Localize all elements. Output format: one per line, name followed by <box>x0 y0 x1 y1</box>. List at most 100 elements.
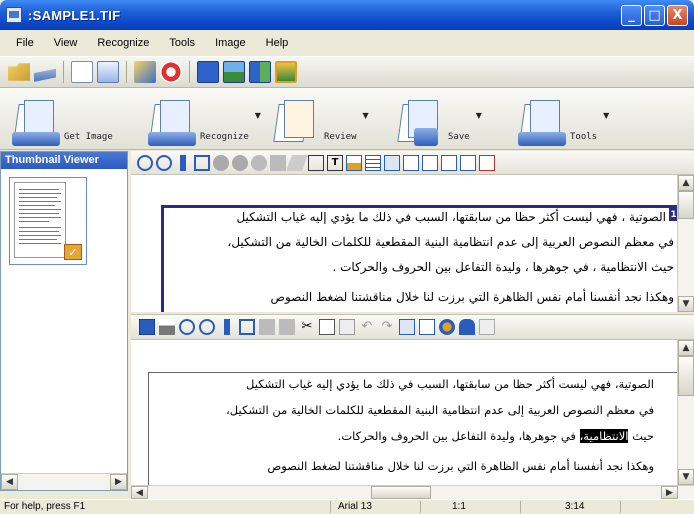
review-label: Review <box>324 132 357 142</box>
tools-dropdown-icon[interactable]: ▼ <box>603 111 609 120</box>
view-image-icon[interactable] <box>223 61 245 83</box>
menu-tools[interactable]: Tools <box>159 37 205 49</box>
scanner-icon[interactable] <box>34 68 56 82</box>
add-zone-icon[interactable] <box>441 154 457 171</box>
highlighted-word[interactable]: الانتظامية، <box>579 429 629 443</box>
menu-view[interactable]: View <box>44 37 88 49</box>
recognize-page-icon[interactable] <box>97 61 119 83</box>
font-larger-icon[interactable] <box>259 319 275 335</box>
zoom-in-icon[interactable] <box>179 319 195 335</box>
proofread-icon[interactable] <box>419 319 435 335</box>
scroll-right-icon[interactable]: ▶ <box>661 486 678 499</box>
delete-zone-icon[interactable] <box>460 154 476 171</box>
scroll-thumb[interactable] <box>678 191 694 219</box>
clear-zones-icon[interactable] <box>479 154 495 171</box>
standard-toolbar <box>0 56 694 88</box>
print-icon[interactable] <box>159 319 175 335</box>
menu-image[interactable]: Image <box>205 37 256 49</box>
scroll-up-icon[interactable]: ▲ <box>678 340 694 356</box>
page-thumbnail[interactable]: ✓ <box>9 177 87 265</box>
review-button[interactable]: Review ▼ <box>272 92 369 146</box>
thumbnail-horizontal-scrollbar[interactable]: ◀ ▶ <box>1 473 127 490</box>
fit-page-icon[interactable] <box>194 154 210 171</box>
text-horizontal-scrollbar[interactable]: ◀ ▶ <box>131 485 694 499</box>
select-zone-icon[interactable] <box>308 154 324 171</box>
text-line: الصوتية، فهي ليست أكثر حظا من سابقتها، ا… <box>246 377 654 391</box>
save-icon[interactable] <box>139 319 155 335</box>
fit-page-icon[interactable] <box>239 319 255 335</box>
view-split-icon[interactable] <box>249 61 271 83</box>
save-button[interactable]: Save ▼ <box>396 92 482 146</box>
title-bar[interactable]: :SAMPLE1.TIF _ □ X <box>0 0 694 30</box>
scroll-up-icon[interactable]: ▲ <box>678 175 694 191</box>
recognized-text-page[interactable]: الصوتية، فهي ليست أكثر حظا من سابقتها، ا… <box>148 372 677 485</box>
merge-zone-icon[interactable] <box>422 154 438 171</box>
load-image-icon[interactable] <box>134 61 156 83</box>
review-dropdown-icon[interactable]: ▼ <box>363 111 369 120</box>
fit-width-icon[interactable] <box>219 319 235 335</box>
close-button[interactable]: X <box>667 5 688 26</box>
fit-width-icon[interactable] <box>175 154 191 171</box>
spell-check-icon[interactable] <box>399 319 415 335</box>
maximize-button[interactable]: □ <box>644 5 665 26</box>
scroll-down-icon[interactable]: ▼ <box>678 469 694 485</box>
find-icon[interactable] <box>439 319 455 335</box>
properties-icon[interactable] <box>479 319 495 335</box>
open-folder-icon[interactable] <box>8 63 30 81</box>
zoom-out-icon[interactable] <box>199 319 215 335</box>
eraser-icon[interactable] <box>286 154 308 171</box>
rotate-right-icon[interactable] <box>232 154 248 171</box>
font-smaller-icon[interactable] <box>279 319 295 335</box>
recognize-icon <box>148 98 198 146</box>
text-line-with-highlight: حيث الانتظامية، في جوهرها، وليدة التفاعل… <box>338 429 654 443</box>
zone-order-icon[interactable] <box>403 154 419 171</box>
scroll-down-icon[interactable]: ▼ <box>678 296 694 312</box>
menu-bar: File View Recognize Tools Image Help <box>0 30 694 56</box>
copy-icon[interactable] <box>319 319 335 335</box>
save-icon <box>396 98 446 146</box>
help-lifebuoy-icon[interactable] <box>160 61 182 83</box>
scroll-thumb[interactable] <box>678 356 694 396</box>
menu-recognize[interactable]: Recognize <box>87 37 159 49</box>
recognize-dropdown-icon[interactable]: ▼ <box>255 111 261 120</box>
tools-button[interactable]: Tools ▼ <box>518 92 609 146</box>
image-view-toolbar: T <box>131 151 694 175</box>
recognize-button[interactable]: Recognize ▼ <box>148 92 261 146</box>
app-icon <box>6 7 22 23</box>
save-dropdown-icon[interactable]: ▼ <box>476 111 482 120</box>
undo-icon[interactable]: ↶ <box>359 319 375 335</box>
crop-icon[interactable] <box>270 154 286 171</box>
get-image-button[interactable]: Get Image <box>12 92 113 146</box>
scroll-right-icon[interactable]: ▶ <box>110 474 127 490</box>
zoom-out-icon[interactable] <box>156 154 172 171</box>
zoom-in-icon[interactable] <box>137 154 153 171</box>
menu-file[interactable]: File <box>6 37 44 49</box>
rotate-left-icon[interactable] <box>213 154 229 171</box>
minimize-button[interactable]: _ <box>621 5 642 26</box>
main-toolbar: Get Image Recognize ▼ Review ▼ Save ▼ To… <box>0 88 694 150</box>
acquire-icon[interactable] <box>71 61 93 83</box>
tools-icon <box>518 98 568 146</box>
replace-icon[interactable] <box>459 319 475 335</box>
thumbnail-viewer-title: Thumbnail Viewer <box>1 152 127 169</box>
text-zone[interactable]: 1 الصوتية ، فهي ليست أكثر حظا من سابقتها… <box>161 205 677 312</box>
menu-help[interactable]: Help <box>256 37 299 49</box>
scroll-left-icon[interactable]: ◀ <box>131 486 148 499</box>
text-vertical-scrollbar[interactable]: ▲ ▼ <box>677 340 694 485</box>
redo-icon[interactable]: ↷ <box>379 319 395 335</box>
deskew-icon[interactable] <box>251 154 267 171</box>
view-both-icon[interactable] <box>275 61 297 83</box>
scroll-left-icon[interactable]: ◀ <box>1 474 18 490</box>
picture-zone-icon[interactable] <box>346 154 362 171</box>
text-zone-icon[interactable]: T <box>327 154 343 171</box>
cut-icon[interactable]: ✂ <box>299 319 315 335</box>
table-zone-icon[interactable] <box>365 154 381 171</box>
view-text-icon[interactable] <box>197 61 219 83</box>
text-view[interactable]: الصوتية، فهي ليست أكثر حظا من سابقتها، ا… <box>131 340 677 485</box>
image-vertical-scrollbar[interactable]: ▲ ▼ <box>677 175 694 312</box>
image-view[interactable]: 1 الصوتية ، فهي ليست أكثر حظا من سابقتها… <box>131 175 677 312</box>
status-zoom: 1:1 <box>452 501 466 512</box>
scroll-thumb[interactable] <box>371 486 431 499</box>
auto-zone-icon[interactable] <box>384 154 400 171</box>
paste-icon[interactable] <box>339 319 355 335</box>
